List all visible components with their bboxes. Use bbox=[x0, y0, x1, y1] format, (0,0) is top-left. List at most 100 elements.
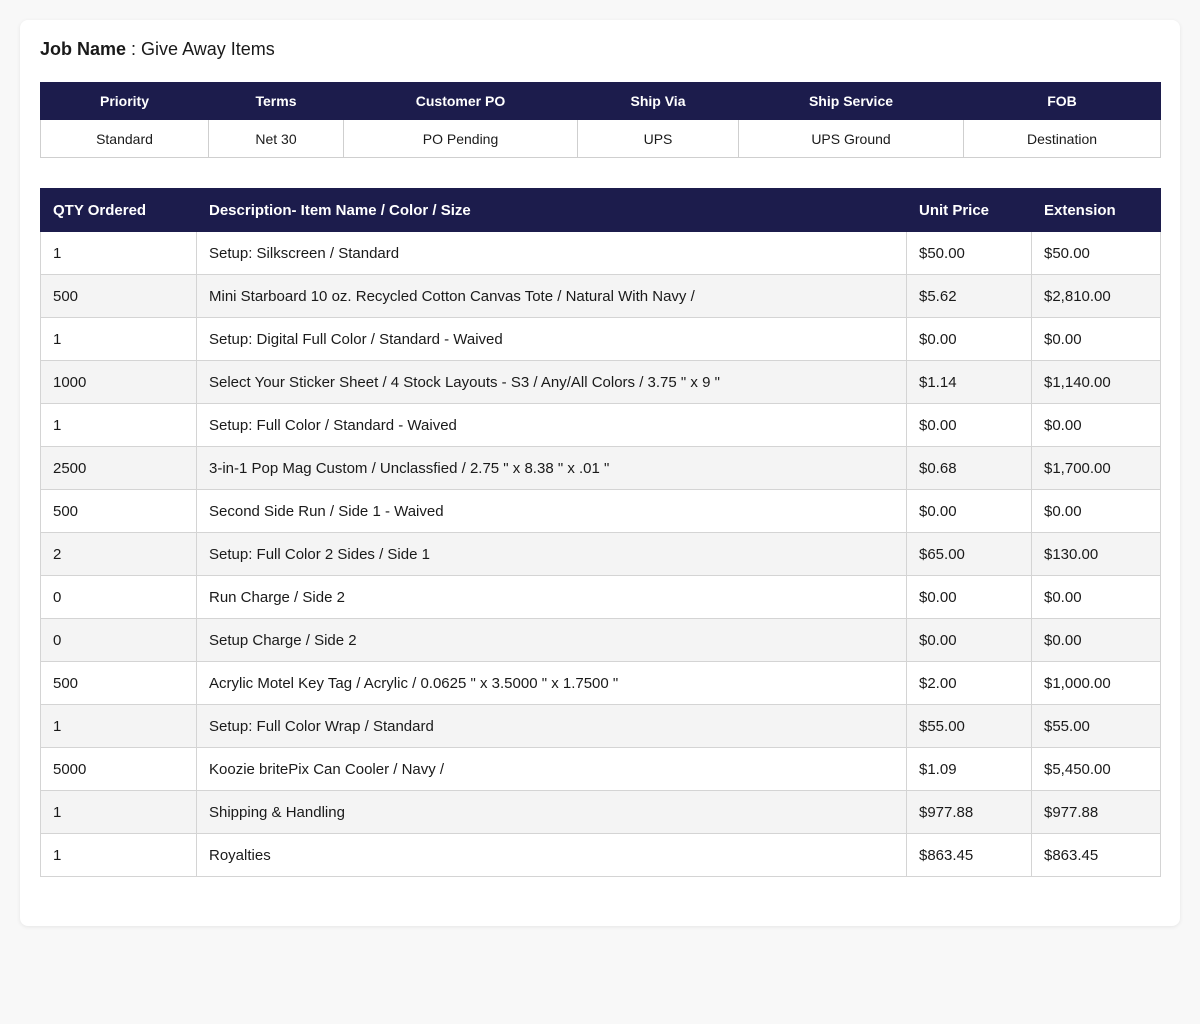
header-qty-ordered: QTY Ordered bbox=[40, 188, 197, 232]
description-cell: Setup: Digital Full Color / Standard - W… bbox=[196, 317, 907, 361]
unit-price-cell: $0.00 bbox=[906, 489, 1032, 533]
description-cell: Koozie britePix Can Cooler / Navy / bbox=[196, 747, 907, 791]
qty-cell: 1 bbox=[40, 704, 197, 748]
unit-price-cell: $5.62 bbox=[906, 274, 1032, 318]
line-items-header-row: QTY Ordered Description- Item Name / Col… bbox=[40, 188, 1161, 232]
order-summary-table: Priority Terms Customer PO Ship Via Ship… bbox=[40, 82, 1161, 158]
extension-cell: $0.00 bbox=[1031, 489, 1161, 533]
table-row: 1000 Select Your Sticker Sheet / 4 Stock… bbox=[40, 360, 1161, 404]
extension-cell: $0.00 bbox=[1031, 575, 1161, 619]
table-row: 1 Setup: Digital Full Color / Standard -… bbox=[40, 317, 1161, 361]
extension-cell: $977.88 bbox=[1031, 790, 1161, 834]
qty-cell: 500 bbox=[40, 661, 197, 705]
summary-header-row: Priority Terms Customer PO Ship Via Ship… bbox=[40, 82, 1161, 120]
extension-cell: $130.00 bbox=[1031, 532, 1161, 576]
qty-cell: 1 bbox=[40, 231, 197, 275]
table-row: 5000 Koozie britePix Can Cooler / Navy /… bbox=[40, 747, 1161, 791]
unit-price-cell: $0.00 bbox=[906, 618, 1032, 662]
ship-service-value: UPS Ground bbox=[738, 119, 964, 158]
table-row: 1 Setup: Full Color Wrap / Standard $55.… bbox=[40, 704, 1161, 748]
header-priority: Priority bbox=[40, 82, 209, 120]
qty-cell: 0 bbox=[40, 618, 197, 662]
table-row: 1 Setup: Full Color / Standard - Waived … bbox=[40, 403, 1161, 447]
qty-cell: 2500 bbox=[40, 446, 197, 490]
qty-cell: 5000 bbox=[40, 747, 197, 791]
job-name-label: Job Name bbox=[40, 39, 127, 59]
header-extension: Extension bbox=[1031, 188, 1161, 232]
extension-cell: $0.00 bbox=[1031, 317, 1161, 361]
description-cell: Setup: Full Color Wrap / Standard bbox=[196, 704, 907, 748]
unit-price-cell: $65.00 bbox=[906, 532, 1032, 576]
unit-price-cell: $55.00 bbox=[906, 704, 1032, 748]
table-row: 500 Mini Starboard 10 oz. Recycled Cotto… bbox=[40, 274, 1161, 318]
qty-cell: 500 bbox=[40, 489, 197, 533]
description-cell: Second Side Run / Side 1 - Waived bbox=[196, 489, 907, 533]
table-row: 0 Setup Charge / Side 2 $0.00 $0.00 bbox=[40, 618, 1161, 662]
job-name-separator: : bbox=[126, 39, 142, 59]
description-cell: Setup: Silkscreen / Standard bbox=[196, 231, 907, 275]
table-row: 1 Royalties $863.45 $863.45 bbox=[40, 833, 1161, 877]
extension-cell: $1,140.00 bbox=[1031, 360, 1161, 404]
qty-cell: 1 bbox=[40, 403, 197, 447]
table-row: 2500 3-in-1 Pop Mag Custom / Unclassfied… bbox=[40, 446, 1161, 490]
qty-cell: 500 bbox=[40, 274, 197, 318]
line-items-table: QTY Ordered Description- Item Name / Col… bbox=[40, 188, 1161, 877]
extension-cell: $0.00 bbox=[1031, 618, 1161, 662]
description-cell: 3-in-1 Pop Mag Custom / Unclassfied / 2.… bbox=[196, 446, 907, 490]
description-cell: Acrylic Motel Key Tag / Acrylic / 0.0625… bbox=[196, 661, 907, 705]
qty-cell: 2 bbox=[40, 532, 197, 576]
qty-cell: 1 bbox=[40, 317, 197, 361]
extension-cell: $863.45 bbox=[1031, 833, 1161, 877]
qty-cell: 0 bbox=[40, 575, 197, 619]
header-ship-service: Ship Service bbox=[738, 82, 964, 120]
extension-cell: $2,810.00 bbox=[1031, 274, 1161, 318]
extension-cell: $0.00 bbox=[1031, 403, 1161, 447]
header-description: Description- Item Name / Color / Size bbox=[196, 188, 907, 232]
ship-via-value: UPS bbox=[577, 119, 739, 158]
header-unit-price: Unit Price bbox=[906, 188, 1032, 232]
extension-cell: $55.00 bbox=[1031, 704, 1161, 748]
summary-value-row: Standard Net 30 PO Pending UPS UPS Groun… bbox=[40, 119, 1161, 158]
unit-price-cell: $50.00 bbox=[906, 231, 1032, 275]
description-cell: Select Your Sticker Sheet / 4 Stock Layo… bbox=[196, 360, 907, 404]
header-customer-po: Customer PO bbox=[343, 82, 578, 120]
unit-price-cell: $863.45 bbox=[906, 833, 1032, 877]
header-fob: FOB bbox=[963, 82, 1161, 120]
job-name-heading: Job Name : Give Away Items bbox=[40, 38, 275, 60]
terms-value: Net 30 bbox=[208, 119, 344, 158]
extension-cell: $1,000.00 bbox=[1031, 661, 1161, 705]
table-row: 1 Shipping & Handling $977.88 $977.88 bbox=[40, 790, 1161, 834]
header-terms: Terms bbox=[208, 82, 344, 120]
table-row: 500 Second Side Run / Side 1 - Waived $0… bbox=[40, 489, 1161, 533]
job-name-value: Give Away Items bbox=[141, 39, 275, 59]
header-ship-via: Ship Via bbox=[577, 82, 739, 120]
unit-price-cell: $1.14 bbox=[906, 360, 1032, 404]
qty-cell: 1 bbox=[40, 790, 197, 834]
extension-cell: $50.00 bbox=[1031, 231, 1161, 275]
qty-cell: 1000 bbox=[40, 360, 197, 404]
customer-po-value: PO Pending bbox=[343, 119, 578, 158]
priority-value: Standard bbox=[40, 119, 209, 158]
description-cell: Mini Starboard 10 oz. Recycled Cotton Ca… bbox=[196, 274, 907, 318]
unit-price-cell: $2.00 bbox=[906, 661, 1032, 705]
qty-cell: 1 bbox=[40, 833, 197, 877]
table-row: 0 Run Charge / Side 2 $0.00 $0.00 bbox=[40, 575, 1161, 619]
extension-cell: $1,700.00 bbox=[1031, 446, 1161, 490]
description-cell: Setup: Full Color 2 Sides / Side 1 bbox=[196, 532, 907, 576]
table-row: 500 Acrylic Motel Key Tag / Acrylic / 0.… bbox=[40, 661, 1161, 705]
description-cell: Setup Charge / Side 2 bbox=[196, 618, 907, 662]
unit-price-cell: $1.09 bbox=[906, 747, 1032, 791]
unit-price-cell: $0.00 bbox=[906, 317, 1032, 361]
unit-price-cell: $977.88 bbox=[906, 790, 1032, 834]
table-row: 1 Setup: Silkscreen / Standard $50.00 $5… bbox=[40, 231, 1161, 275]
order-card: Job Name : Give Away Items Priority Term… bbox=[20, 20, 1180, 926]
description-cell: Run Charge / Side 2 bbox=[196, 575, 907, 619]
description-cell: Shipping & Handling bbox=[196, 790, 907, 834]
description-cell: Setup: Full Color / Standard - Waived bbox=[196, 403, 907, 447]
unit-price-cell: $0.00 bbox=[906, 403, 1032, 447]
fob-value: Destination bbox=[963, 119, 1161, 158]
unit-price-cell: $0.68 bbox=[906, 446, 1032, 490]
table-row: 2 Setup: Full Color 2 Sides / Side 1 $65… bbox=[40, 532, 1161, 576]
extension-cell: $5,450.00 bbox=[1031, 747, 1161, 791]
description-cell: Royalties bbox=[196, 833, 907, 877]
